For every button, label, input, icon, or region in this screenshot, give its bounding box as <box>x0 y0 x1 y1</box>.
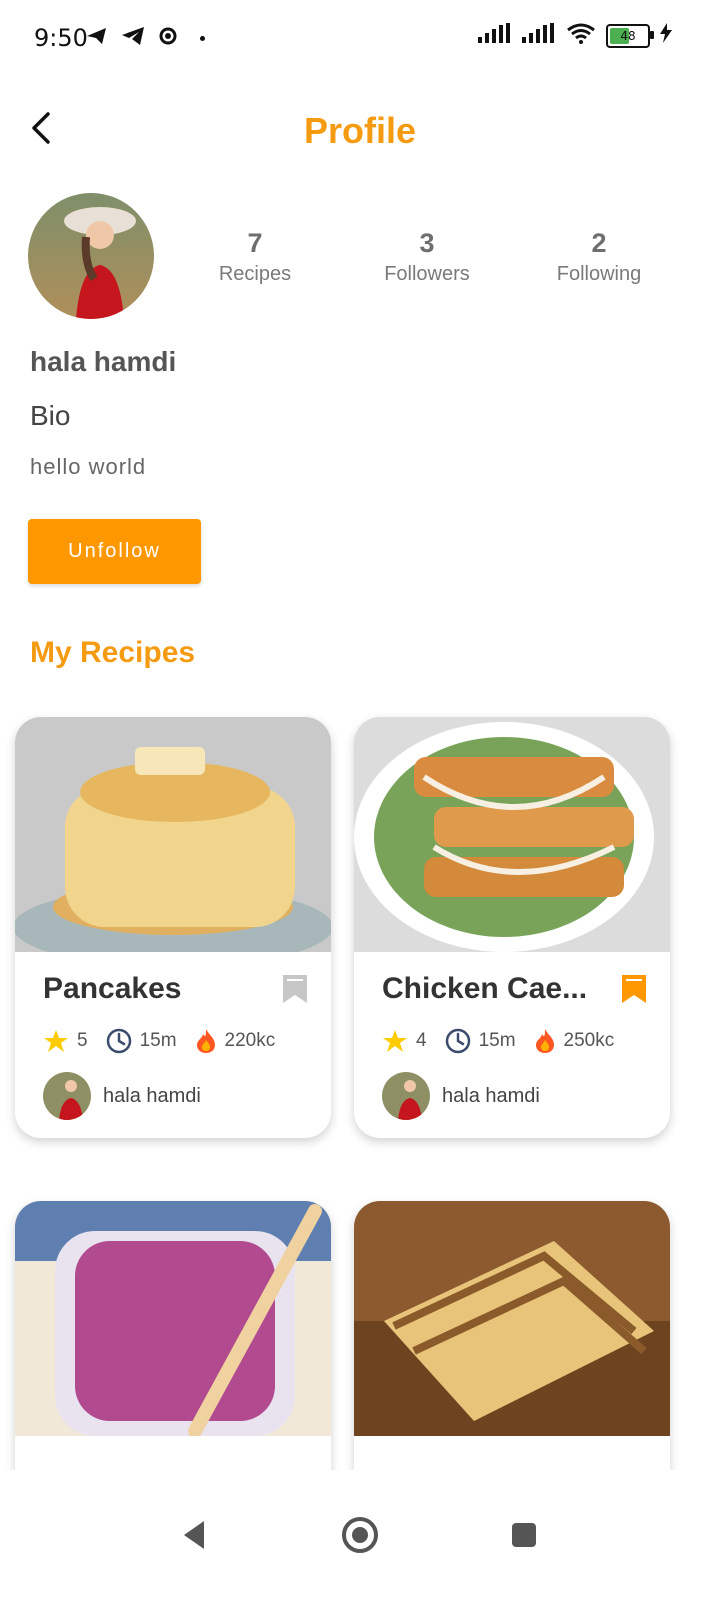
recipe-rating: 5 <box>43 1029 88 1053</box>
recipe-time: 15m <box>445 1028 516 1054</box>
avatar[interactable] <box>28 193 154 319</box>
stat-number: 7 <box>247 228 263 258</box>
recipe-meta: 4 15m 250kc <box>382 1028 654 1054</box>
recipe-image <box>354 1201 670 1436</box>
bio-label: Bio <box>30 400 71 431</box>
square-icon <box>512 1523 536 1547</box>
fire-icon <box>196 1029 215 1053</box>
stat-number: 3 <box>419 228 435 258</box>
clock-icon <box>445 1028 470 1054</box>
time-value: 15m <box>478 1030 516 1051</box>
battery-cap <box>650 30 654 39</box>
stat-followers[interactable]: 3 Followers <box>372 228 482 286</box>
stat-label: Followers <box>384 263 470 285</box>
recipe-card[interactable] <box>15 1201 331 1501</box>
bookmark-icon[interactable] <box>281 973 309 1005</box>
status-bar: 9:50 48 <box>0 0 720 78</box>
recipe-card-body: Pancakes 5 15m 220kc hala hamdi <box>15 952 331 1138</box>
page-title: Profile <box>303 110 417 151</box>
recipe-card[interactable]: Pancakes 5 15m 220kc hala hamdi <box>15 717 331 1138</box>
wifi-icon <box>566 22 596 49</box>
recipe-author[interactable]: hala hamdi <box>382 1072 654 1120</box>
back-triangle-icon <box>184 1521 204 1549</box>
recipe-time: 15m <box>106 1028 177 1054</box>
recipe-title-row: Chicken Cae... <box>382 972 654 1006</box>
stat-following[interactable]: 2 Following <box>544 228 654 286</box>
charging-icon <box>660 23 672 48</box>
calories-value: 220kc <box>224 1030 276 1051</box>
nav-back-button[interactable] <box>174 1513 218 1557</box>
nav-recents-button[interactable] <box>502 1513 546 1557</box>
status-left-icons <box>84 24 205 53</box>
stat-label: Recipes <box>218 263 292 285</box>
status-time: 9:50 <box>34 24 88 52</box>
recipe-rating: 4 <box>382 1029 427 1053</box>
gear-icon <box>156 24 180 53</box>
author-name: hala hamdi <box>442 1084 540 1107</box>
recipe-title-row: Pancakes <box>43 972 315 1006</box>
recipe-calories: 250kc <box>534 1028 615 1054</box>
profile-name: hala hamdi <box>30 346 177 377</box>
recipe-image <box>15 717 331 967</box>
star-icon <box>383 1030 407 1052</box>
recipe-title: Pancakes <box>43 972 182 1005</box>
recipe-card[interactable]: Chicken Cae... 4 15m 250kc hala hamdi <box>354 717 670 1138</box>
status-dot <box>200 36 205 41</box>
stat-recipes[interactable]: 7 Recipes <box>200 228 310 286</box>
rating-value: 5 <box>77 1030 88 1051</box>
clock-icon <box>106 1028 131 1054</box>
unfollow-button[interactable]: Unfollow <box>28 519 201 584</box>
recipe-author[interactable]: hala hamdi <box>43 1072 315 1120</box>
author-avatar <box>382 1072 430 1120</box>
battery-indicator: 48 <box>606 23 654 48</box>
time-value: 15m <box>139 1030 177 1051</box>
recipe-card-body: Chicken Cae... 4 15m 250kc hala hamdi <box>354 952 670 1138</box>
recipe-calories: 220kc <box>195 1028 276 1054</box>
stat-number: 2 <box>591 228 607 258</box>
rating-value: 4 <box>416 1030 427 1051</box>
profile-stats: 7 Recipes 3 Followers 2 Following <box>200 228 654 286</box>
system-navigation <box>0 1470 720 1600</box>
star-icon <box>44 1030 68 1052</box>
author-name: hala hamdi <box>103 1084 201 1107</box>
calories-value: 250kc <box>563 1030 615 1051</box>
section-title: My Recipes <box>30 636 196 669</box>
author-avatar <box>43 1072 91 1120</box>
stat-label: Following <box>556 263 642 285</box>
bookmark-icon[interactable] <box>620 973 648 1005</box>
telegram-icon <box>120 24 146 53</box>
home-circle-icon <box>342 1517 378 1553</box>
top-app-bar: Profile <box>0 92 720 172</box>
profile-header: 7 Recipes 3 Followers 2 Following <box>0 190 720 330</box>
recipe-meta: 5 15m 220kc <box>43 1028 315 1054</box>
recipe-image <box>15 1201 331 1438</box>
notification-icon <box>84 24 110 53</box>
signal-icon <box>478 23 512 48</box>
status-right-icons: 48 <box>478 22 672 49</box>
bio-text: hello world <box>30 454 147 479</box>
nav-home-button[interactable] <box>338 1513 382 1557</box>
battery-level: 48 <box>620 28 636 43</box>
recipe-title: Chicken Cae... <box>382 972 588 1005</box>
signal-icon <box>522 23 556 48</box>
recipe-card[interactable] <box>354 1201 670 1501</box>
fire-icon <box>535 1029 554 1053</box>
recipe-image <box>354 717 670 952</box>
